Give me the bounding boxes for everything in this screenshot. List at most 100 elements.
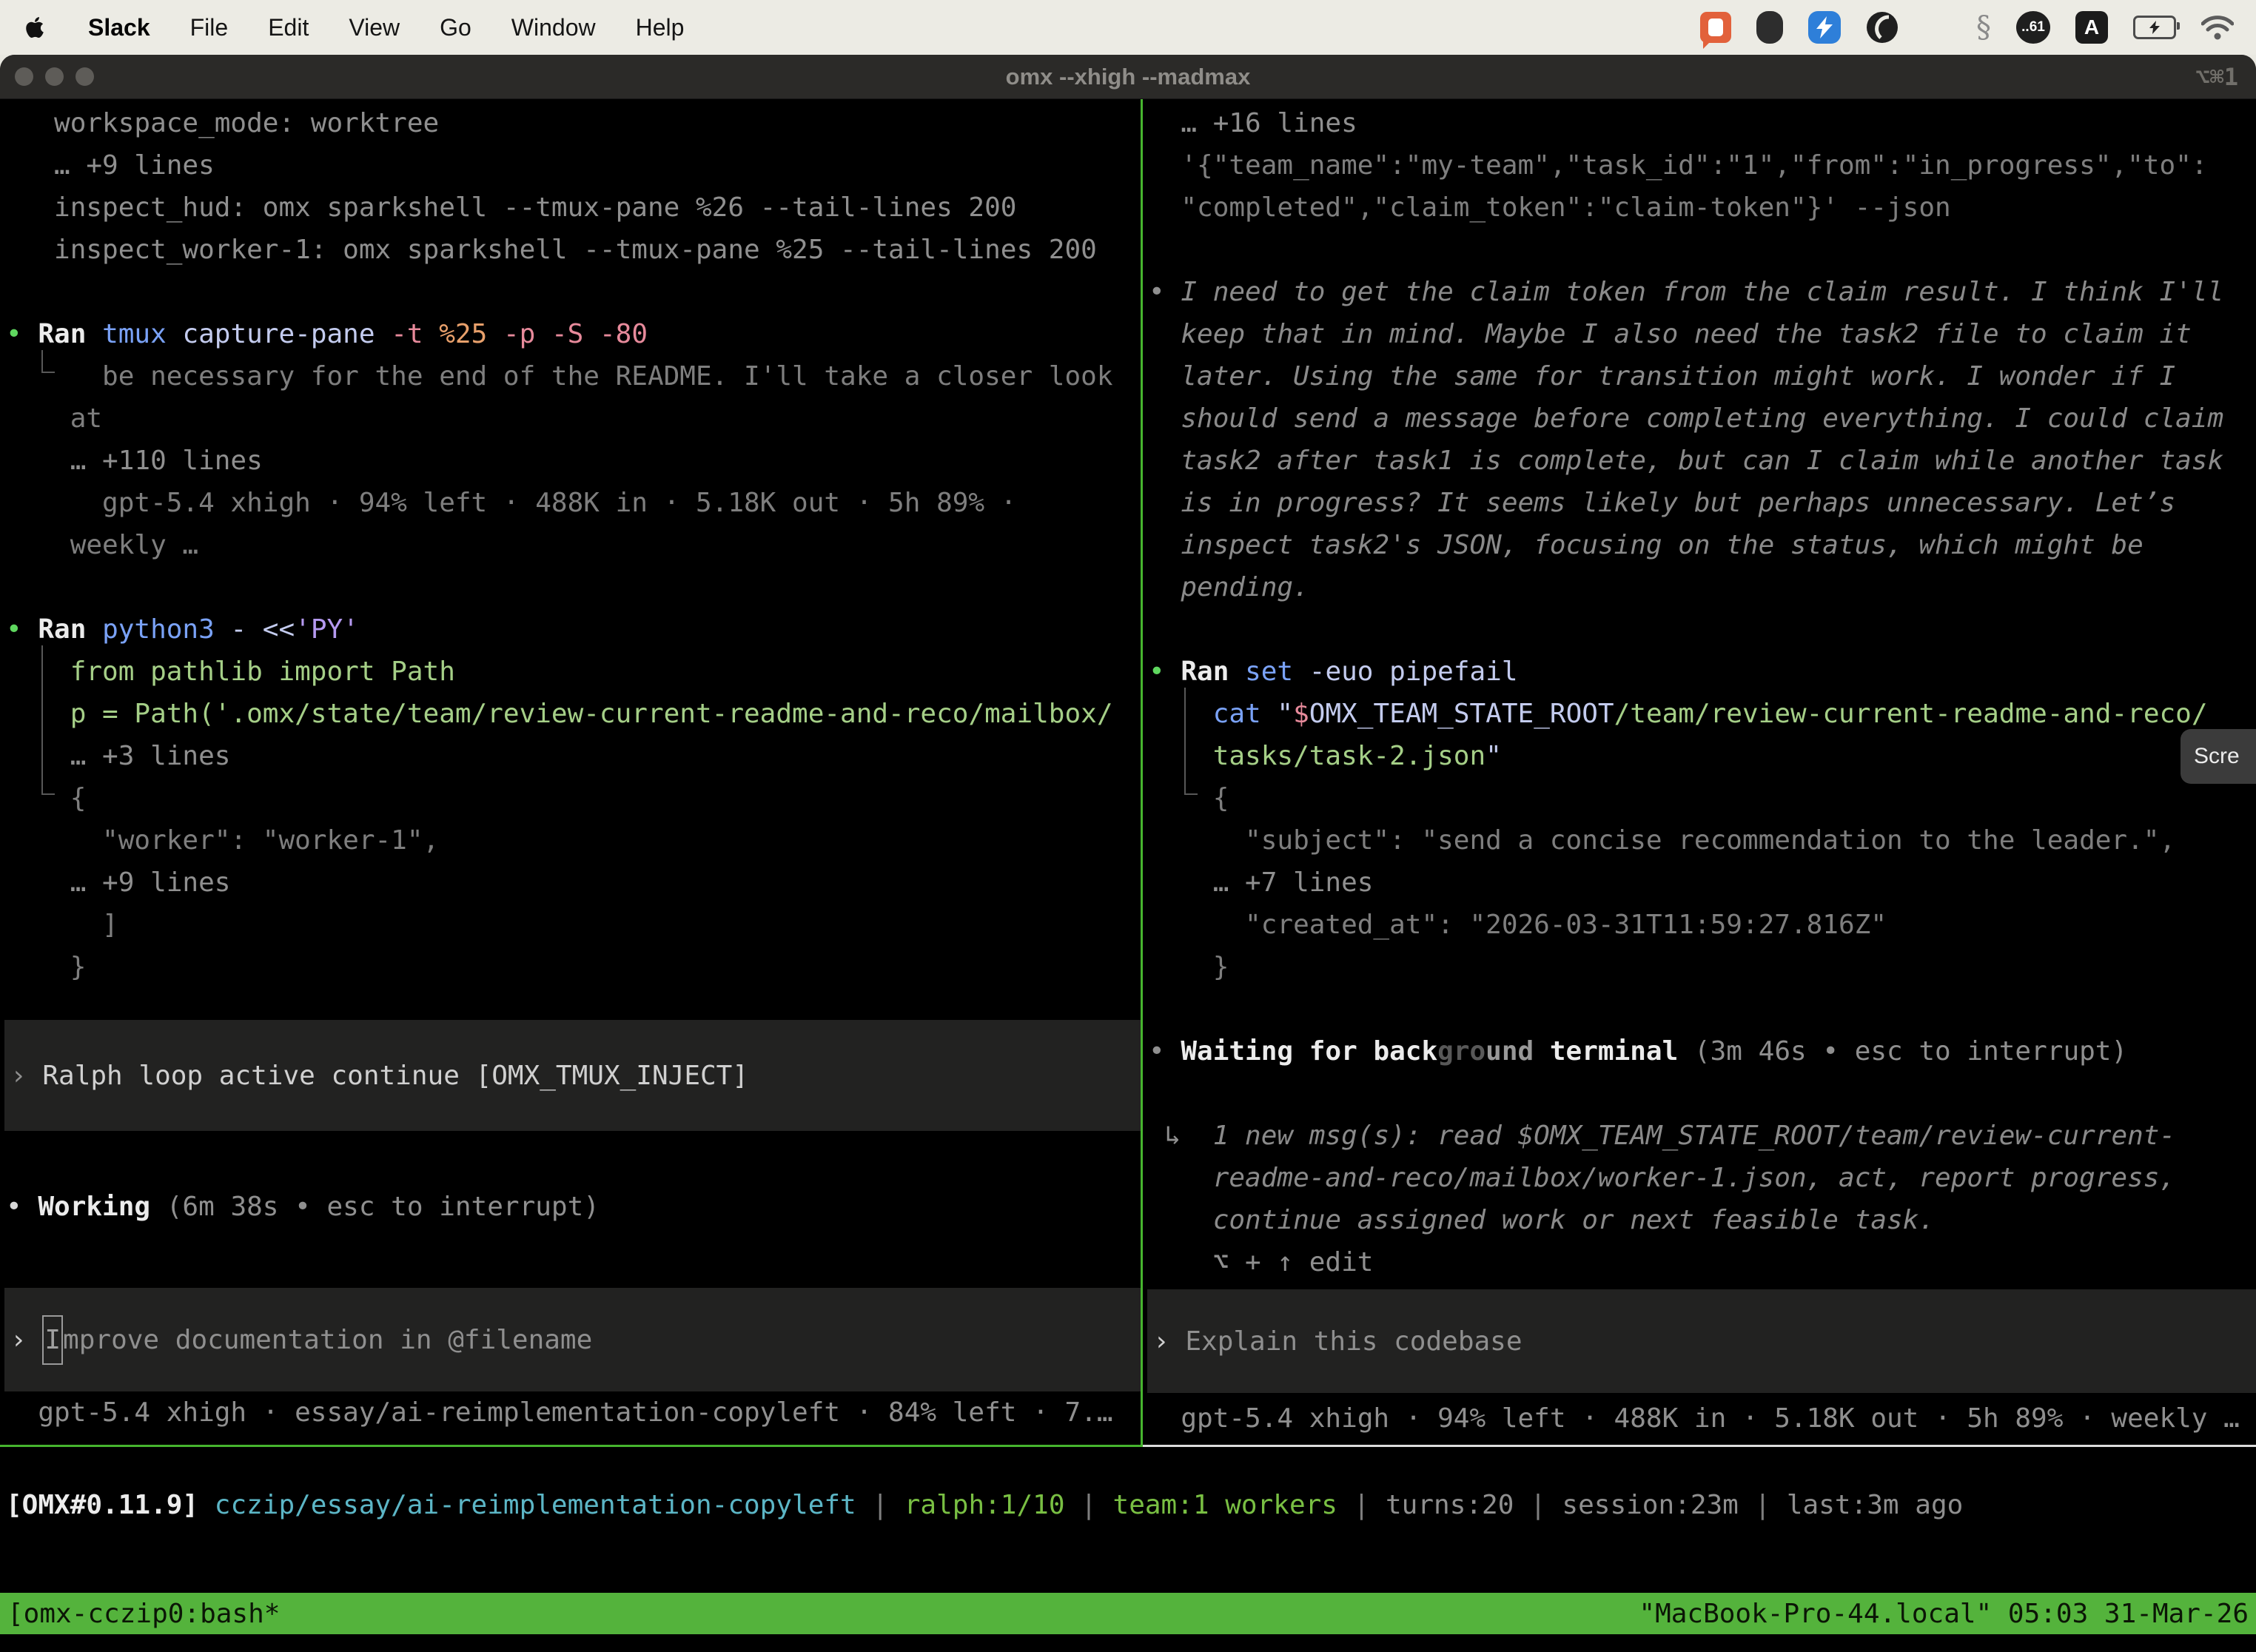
screen: Slack File Edit View Go Window Help § ..… xyxy=(0,0,2256,1652)
text-segment: -p xyxy=(503,319,551,349)
menu-item-file[interactable]: File xyxy=(170,14,249,41)
apple-menu[interactable] xyxy=(22,13,47,42)
text-segment: /team/review-current-readme-and-reco/ xyxy=(1614,699,2208,729)
text-segment: › xyxy=(10,1319,42,1361)
prompt-input[interactable]: › Explain this codebase xyxy=(1147,1289,2256,1393)
text-segment: • xyxy=(1149,1036,1181,1067)
text-segment: … +7 lines xyxy=(1149,867,1373,898)
terminal-line: cat "$OMX_TEAM_STATE_ROOT/team/review-cu… xyxy=(1143,693,2256,735)
terminal-block: • I need to get the claim token from the… xyxy=(1143,271,2256,608)
text-segment: (3m 46s • esc to interrupt) xyxy=(1694,1036,2127,1067)
squiggle-icon[interactable]: § xyxy=(1976,10,1991,44)
text-segment: -S xyxy=(551,319,600,349)
text-segment: • xyxy=(1149,277,1181,307)
terminal-line: inspect task2's JSON, focusing on the st… xyxy=(1143,524,2256,566)
input-source-icon[interactable]: A xyxy=(2075,11,2108,44)
text-segment: " xyxy=(1485,741,1502,771)
text-segment: keep that in mind. Maybe I also need the… xyxy=(1149,319,2192,349)
terminal-line: pending. xyxy=(1143,566,2256,608)
chat-icon[interactable] xyxy=(1700,12,1731,43)
terminal-block: workspace_mode: worktree … +9 lines insp… xyxy=(0,102,1141,271)
text-segment: "completed","claim_token":"claim-token"}… xyxy=(1149,192,1951,223)
menu-item-window[interactable]: Window xyxy=(491,14,616,41)
terminal-line: … +9 lines xyxy=(0,144,1141,187)
output-connector xyxy=(41,350,55,373)
grid-icon[interactable] xyxy=(1924,14,1951,41)
text-segment: "subject": "send a concise recommendatio… xyxy=(1149,825,2175,856)
menu-app-name[interactable]: Slack xyxy=(68,14,170,41)
terminal-block: • Ran tmux capture-pane -t %25 -p -S -80… xyxy=(0,313,1141,566)
terminal-line: • Ran tmux capture-pane -t %25 -p -S -80 xyxy=(0,313,1141,355)
text-segment: "worker": "worker-1", xyxy=(6,825,439,856)
terminal-block: gpt-5.4 xhigh · essay/ai-reimplementatio… xyxy=(0,1391,1141,1434)
terminal-block: • Ran python3 - <<'PY' from pathlib impo… xyxy=(0,608,1141,988)
terminal-line: continue assigned work or next feasible … xyxy=(1143,1199,2256,1241)
terminal-line: … +3 lines xyxy=(0,735,1141,777)
text-segment: is in progress? It seems likely but perh… xyxy=(1149,488,2175,518)
text-segment: } xyxy=(1149,952,1229,982)
prompt-input[interactable]: › Improve documentation in @filename xyxy=(4,1288,1141,1391)
terminal-line: • Working (6m 38s • esc to interrupt) xyxy=(0,1186,1141,1228)
terminal-line: task2 after task1 is complete, but can I… xyxy=(1143,440,2256,482)
text-segment: … +9 lines xyxy=(6,867,230,898)
output-connector xyxy=(41,645,55,795)
left-pane[interactable]: workspace_mode: worktree … +9 lines insp… xyxy=(0,99,1141,1445)
menu-item-help[interactable]: Help xyxy=(616,14,705,41)
text-segment: pending. xyxy=(1149,572,1309,602)
text-segment: Ralph loop active continue [OMX_TMUX_INJ… xyxy=(42,1055,748,1097)
text-segment: task2 after task1 is complete, but can I… xyxy=(1149,446,2223,476)
terminal-line: keep that in mind. Maybe I also need the… xyxy=(1143,313,2256,355)
terminal-line: inspect_worker-1: omx sparkshell --tmux-… xyxy=(0,229,1141,271)
spark-icon[interactable] xyxy=(1808,11,1841,44)
terminal-line: inspect_hud: omx sparkshell --tmux-pane … xyxy=(0,187,1141,229)
apple-icon xyxy=(25,16,44,39)
terminal-line: "completed","claim_token":"claim-token"}… xyxy=(1143,187,2256,229)
terminal-line: • Ran set -euo pipefail xyxy=(1143,651,2256,693)
menu-item-edit[interactable]: Edit xyxy=(248,14,329,41)
right-pane[interactable]: … +16 lines '{"team_name":"my-team","tas… xyxy=(1143,99,2256,1445)
text-segment: Ran xyxy=(38,319,102,349)
text-segment: } xyxy=(6,952,86,982)
pane-bottom-border xyxy=(0,1445,2256,1447)
text-segment: readme-and-reco/mailbox/worker-1.json, a… xyxy=(1149,1163,2175,1193)
wifi-icon[interactable] xyxy=(2201,15,2234,40)
text-segment: mprove documentation in @filename xyxy=(63,1319,592,1361)
browser-icon[interactable] xyxy=(1866,11,1899,44)
prompt-input[interactable]: › Ralph loop active continue [OMX_TMUX_I… xyxy=(4,1020,1141,1131)
window-bottom-strip xyxy=(0,1634,2256,1652)
gap xyxy=(1143,1283,2256,1289)
text-segment: OMX_TEAM_STATE_ROOT xyxy=(1309,699,1614,729)
text-segment: [OMX#0.11.9] xyxy=(6,1490,215,1520)
shield-icon[interactable] xyxy=(1756,11,1783,44)
text-segment: … +9 lines xyxy=(6,150,215,181)
menu-item-view[interactable]: View xyxy=(329,14,420,41)
screenshot-tooltip: Scre xyxy=(2181,729,2256,784)
bolt-icon xyxy=(1815,16,1834,38)
text-segment: • xyxy=(1149,657,1181,687)
text-segment: at xyxy=(6,403,102,434)
gap xyxy=(0,271,1141,313)
text-segment: continue assigned work or next feasible … xyxy=(1149,1205,1935,1235)
terminal-line: } xyxy=(0,946,1141,988)
badge-61-icon[interactable]: ..61 xyxy=(2016,11,2050,44)
text-segment: cat xyxy=(1213,699,1278,729)
menu-item-go[interactable]: Go xyxy=(420,14,491,41)
window-titlebar[interactable]: omx --xhigh --madmax ⌥⌘1 xyxy=(0,55,2256,99)
terminal-line: • Waiting for background terminal (3m 46… xyxy=(1143,1030,2256,1072)
text-segment: inspect_hud: omx sparkshell --tmux-pane … xyxy=(6,192,1016,223)
text-segment: inspect task2's JSON, focusing on the st… xyxy=(1149,530,2143,560)
terminal-line: { xyxy=(1143,777,2256,819)
gap xyxy=(0,1131,1141,1186)
text-segment: %25 xyxy=(439,319,503,349)
menu-bar: Slack File Edit View Go Window Help § ..… xyxy=(0,0,2256,55)
text-segment: Working xyxy=(38,1192,166,1222)
tmux-session-label[interactable]: [omx-cczip0:bash* xyxy=(7,1599,280,1629)
text-segment: be necessary for the end of the README. … xyxy=(6,361,1113,392)
gap xyxy=(0,1228,1141,1288)
battery-icon[interactable] xyxy=(2133,16,2176,39)
gap xyxy=(1143,988,2256,1030)
text-segment: " xyxy=(1277,699,1293,729)
text-segment: python3 xyxy=(102,614,230,645)
terminal-line: tasks/task-2.json" xyxy=(1143,735,2256,777)
pane-bottom-border-right xyxy=(1143,1445,2256,1447)
